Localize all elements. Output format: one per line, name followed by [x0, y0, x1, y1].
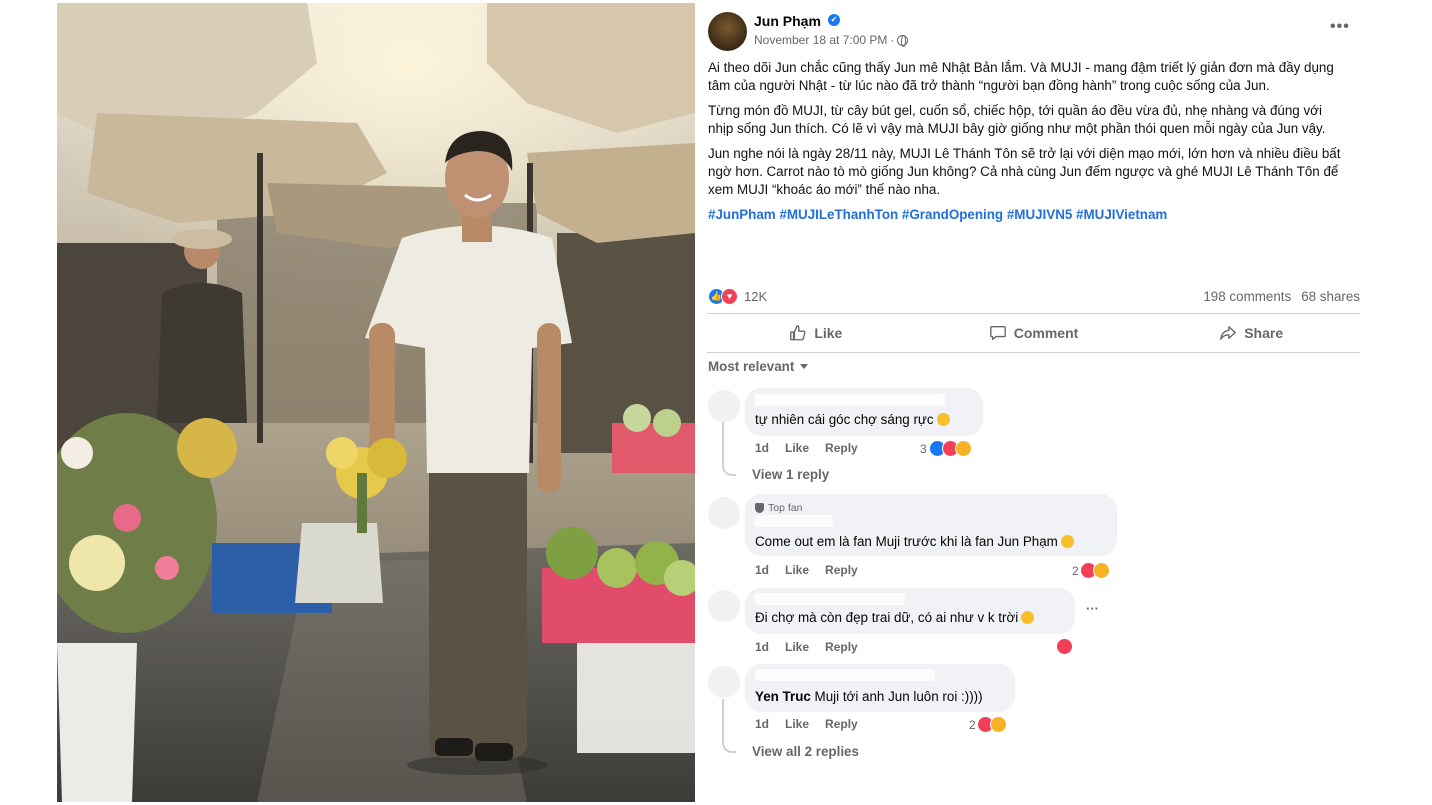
more-options-icon[interactable]: •••: [1330, 18, 1350, 36]
comment-like-link[interactable]: Like: [785, 563, 809, 577]
comment-time[interactable]: 1d: [755, 563, 769, 577]
comment-meta: 1d Like Reply: [755, 441, 858, 455]
comment-like-link[interactable]: Like: [785, 717, 809, 731]
comment-text-content: Come out em là fan Muji trước khi là fan…: [755, 534, 1058, 549]
post-meta: November 18 at 7:00 PM ·: [754, 33, 909, 47]
globe-icon: [897, 34, 909, 47]
share-icon: [1220, 326, 1237, 340]
chevron-down-icon: [800, 364, 809, 369]
shield-icon: [755, 503, 764, 513]
comment-reply-link[interactable]: Reply: [825, 441, 858, 455]
comment-like-link[interactable]: Like: [785, 640, 809, 654]
commenter-avatar[interactable]: [708, 497, 740, 529]
commenter-avatar[interactable]: [708, 590, 740, 622]
top-fan-badge: Top fan: [755, 502, 802, 514]
sort-label: Most relevant: [708, 359, 795, 374]
commenter-name[interactable]: [755, 593, 905, 605]
verified-badge-icon: ✔: [828, 14, 840, 26]
love-reaction-icon: [1056, 638, 1073, 655]
reaction-summary[interactable]: 👍 ♥ 12K: [708, 288, 767, 305]
emoji-icon: [1021, 611, 1035, 624]
comment-mention[interactable]: Yen Truc: [755, 689, 811, 704]
commenter-name[interactable]: [755, 669, 935, 681]
comment-reaction-count: 2: [969, 717, 976, 732]
comment-icon: [989, 326, 1006, 340]
post-panel: Jun Phạm ✔ November 18 at 7:00 PM · ••• …: [707, 0, 1362, 805]
comment-reactions[interactable]: [1056, 638, 1073, 655]
comment-reactions[interactable]: 2: [969, 716, 1007, 733]
comment-text: Come out em là fan Muji trước khi là fan…: [755, 534, 1074, 549]
comment-text-content: Đi chợ mà còn đẹp trai dữ, có ai như v k…: [755, 610, 1019, 625]
market-scene-illustration: [57, 3, 695, 802]
engagement-counts: 198 comments 68 shares: [1203, 289, 1360, 304]
comment-reactions[interactable]: 3: [920, 440, 972, 457]
reply-thread-line: [722, 422, 736, 476]
reply-thread-line: [722, 699, 736, 753]
comment-button[interactable]: Comment: [925, 314, 1143, 352]
post-photo[interactable]: [57, 3, 695, 802]
commenter-avatar[interactable]: [708, 666, 740, 698]
comment-time[interactable]: 1d: [755, 640, 769, 654]
haha-reaction-icon: [989, 716, 1007, 733]
divider: [707, 352, 1360, 353]
top-fan-label: Top fan: [768, 502, 803, 514]
comment-label: Comment: [1013, 325, 1079, 341]
commenter-avatar[interactable]: [708, 390, 740, 422]
view-replies-link[interactable]: View all 2 replies: [752, 744, 859, 759]
commenter-name[interactable]: [755, 515, 833, 527]
shares-count[interactable]: 68 shares: [1301, 289, 1360, 304]
like-label: Like: [814, 325, 843, 341]
haha-reaction-icon: [954, 440, 972, 457]
reaction-count: 12K: [744, 289, 768, 304]
comment-more-icon[interactable]: ···: [1086, 601, 1099, 616]
comment-meta: 1d Like Reply: [755, 563, 858, 577]
comment-reaction-count: 2: [1072, 563, 1079, 578]
post-paragraph: Từng món đồ MUJI, từ cây bút gel, cuốn s…: [708, 103, 1326, 137]
comment-text: Yen Truc Muji tới anh Jun luôn roi :)))): [755, 689, 983, 704]
share-button[interactable]: Share: [1142, 314, 1360, 352]
emoji-icon: [1060, 535, 1074, 548]
emoji-icon: [936, 413, 950, 426]
share-label: Share: [1244, 325, 1284, 341]
thumbs-up-icon: [790, 325, 806, 341]
comment-text: Đi chợ mà còn đẹp trai dữ, có ai như v k…: [755, 610, 1035, 625]
comment-reply-link[interactable]: Reply: [825, 563, 858, 577]
like-button[interactable]: Like: [707, 314, 925, 352]
comment-time[interactable]: 1d: [755, 441, 769, 455]
comment-text-content: Muji tới anh Jun luôn roi :)))): [810, 689, 983, 704]
post-paragraph: Jun nghe nói là ngày 28/11 này, MUJI Lê …: [708, 146, 1341, 198]
post-actions: Like Comment Share: [707, 314, 1360, 352]
comment-reply-link[interactable]: Reply: [825, 717, 858, 731]
comment-meta: 1d Like Reply: [755, 640, 858, 654]
post-hashtags[interactable]: #JunPham #MUJILeThanhTon #GrandOpening #…: [708, 206, 1348, 224]
author-name[interactable]: Jun Phạm: [754, 13, 821, 29]
meta-separator: ·: [890, 33, 895, 47]
commenter-name[interactable]: [755, 394, 945, 406]
comment-like-link[interactable]: Like: [785, 441, 809, 455]
haha-reaction-icon: [1092, 562, 1110, 579]
comment-reactions[interactable]: 2: [1072, 562, 1110, 579]
love-reaction-icon: ♥: [721, 288, 738, 305]
comments-count[interactable]: 198 comments: [1203, 289, 1291, 304]
view-replies-link[interactable]: View 1 reply: [752, 467, 829, 482]
post-timestamp[interactable]: November 18 at 7:00 PM: [754, 33, 887, 47]
comment-sort-dropdown[interactable]: Most relevant: [708, 359, 809, 374]
author-avatar[interactable]: [708, 12, 747, 51]
comment-reply-link[interactable]: Reply: [825, 640, 858, 654]
post-text: Ai theo dõi Jun chắc cũng thấy Jun mê Nh…: [708, 59, 1348, 231]
comment-meta: 1d Like Reply: [755, 717, 858, 731]
post-paragraph: Ai theo dõi Jun chắc cũng thấy Jun mê Nh…: [708, 60, 1334, 94]
comment-text-content: tự nhiên cái góc chợ sáng rực: [755, 412, 934, 427]
comment-time[interactable]: 1d: [755, 717, 769, 731]
comment-text: tự nhiên cái góc chợ sáng rực: [755, 412, 950, 427]
comment-reaction-count: 3: [920, 441, 927, 456]
